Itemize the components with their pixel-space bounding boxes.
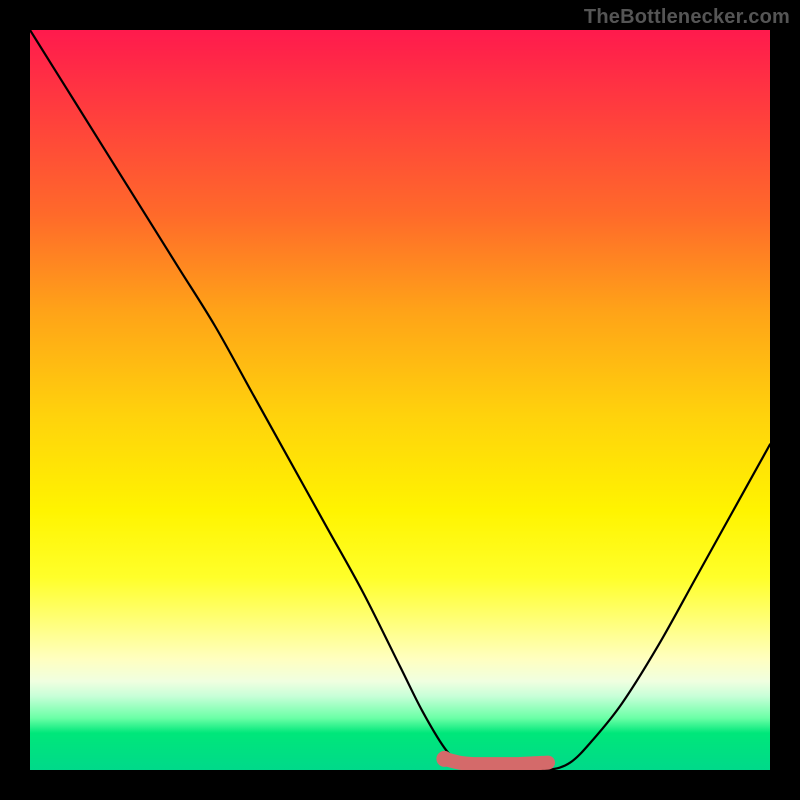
chart-frame: TheBottlenecker.com: [0, 0, 800, 800]
sweet-spot-dot: [436, 751, 452, 767]
plot-area: [30, 30, 770, 770]
sweet-spot-band: [444, 759, 548, 764]
bottleneck-curve: [30, 30, 770, 770]
chart-svg: [30, 30, 770, 770]
watermark-text: TheBottlenecker.com: [584, 6, 790, 29]
